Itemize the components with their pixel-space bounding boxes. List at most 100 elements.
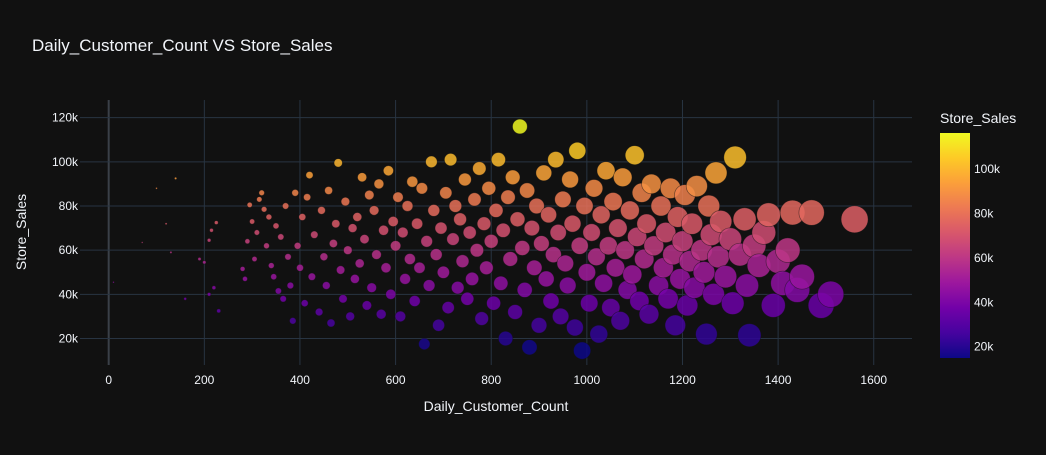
- data-point: [298, 213, 307, 221]
- colorbar-tick-label: 100k: [974, 162, 1001, 176]
- data-point: [526, 259, 543, 276]
- grid: [80, 100, 912, 365]
- data-point: [284, 253, 292, 261]
- data-point: [577, 263, 596, 282]
- data-point: [735, 273, 759, 298]
- data-point: [174, 176, 178, 180]
- data-point: [279, 295, 287, 303]
- data-point: [214, 220, 219, 225]
- data-point: [507, 304, 523, 320]
- data-point: [263, 242, 270, 250]
- data-point: [584, 179, 604, 198]
- data-point: [519, 182, 536, 199]
- data-point: [260, 206, 268, 213]
- colorbar-title: Store_Sales: [940, 110, 1016, 126]
- y-tick-label: 40k: [59, 287, 79, 301]
- data-point: [216, 308, 222, 314]
- data-point: [112, 281, 115, 284]
- data-point: [444, 153, 458, 167]
- data-point: [530, 317, 548, 334]
- data-point: [390, 240, 402, 252]
- y-axis-label: Store_Sales: [13, 194, 29, 270]
- data-point: [490, 152, 506, 168]
- data-point: [610, 311, 630, 331]
- data-point: [713, 265, 738, 289]
- data-point: [357, 172, 368, 183]
- data-point: [375, 308, 387, 320]
- data-point: [840, 205, 869, 234]
- data-point: [394, 310, 407, 323]
- data-point: [328, 239, 338, 248]
- data-point: [472, 161, 487, 176]
- data-point: [359, 234, 370, 245]
- data-point: [636, 213, 657, 234]
- data-point: [331, 219, 341, 229]
- data-point: [681, 212, 703, 235]
- colorbar-tick-label: 40k: [974, 295, 994, 309]
- data-point: [251, 256, 258, 262]
- data-point: [404, 253, 416, 265]
- data-point: [516, 282, 533, 298]
- data-point: [265, 213, 273, 221]
- y-tick-label: 60k: [59, 243, 79, 257]
- data-point: [244, 238, 251, 245]
- data-point: [422, 279, 436, 292]
- data-point: [314, 307, 324, 317]
- data-point: [291, 189, 299, 197]
- data-point: [340, 196, 351, 207]
- data-point: [368, 205, 380, 216]
- data-point: [286, 281, 295, 290]
- data-point: [385, 288, 397, 300]
- data-point: [307, 272, 316, 281]
- data-point: [429, 248, 443, 261]
- data-point: [352, 212, 363, 222]
- data-point: [695, 322, 718, 346]
- data-point: [704, 161, 728, 185]
- data-point: [608, 218, 628, 238]
- data-point: [465, 271, 480, 286]
- colorbar-tick-label: 20k: [974, 340, 994, 354]
- y-tick-label: 20k: [59, 332, 79, 346]
- data-point: [322, 281, 331, 290]
- data-point: [197, 257, 202, 261]
- data-point: [361, 300, 372, 311]
- x-tick-label: 0: [105, 373, 112, 387]
- data-point: [239, 266, 246, 272]
- scatter-chart: Daily_Customer_Count VS Store_Sales 0 200…: [0, 0, 1046, 450]
- data-point: [641, 173, 662, 195]
- data-point: [542, 292, 560, 310]
- data-point: [458, 172, 472, 187]
- data-point: [467, 192, 482, 207]
- data-point: [397, 226, 409, 239]
- x-tick-label: 200: [194, 373, 214, 387]
- data-point: [486, 295, 501, 311]
- data-point: [420, 235, 433, 248]
- data-point: [582, 223, 601, 242]
- data-point: [382, 165, 394, 177]
- data-point: [561, 170, 579, 189]
- data-point: [169, 250, 173, 254]
- data-point: [141, 241, 144, 244]
- data-point: [347, 223, 358, 233]
- data-point: [533, 235, 550, 252]
- data-point: [411, 217, 424, 230]
- data-point: [326, 318, 336, 328]
- data-point: [685, 175, 708, 198]
- data-point: [303, 193, 312, 202]
- data-point: [620, 200, 640, 221]
- data-point: [164, 222, 168, 226]
- data-point: [296, 263, 304, 272]
- data-point: [535, 164, 553, 182]
- data-point: [256, 196, 263, 203]
- data-point: [509, 211, 526, 228]
- data-point: [446, 232, 460, 246]
- data-point: [549, 224, 567, 241]
- data-point: [556, 254, 574, 273]
- x-tick-label: 400: [290, 373, 310, 387]
- data-point: [460, 291, 475, 306]
- x-tick-label: 1400: [765, 373, 792, 387]
- data-point: [155, 187, 158, 190]
- data-point: [366, 282, 377, 293]
- data-point: [453, 212, 467, 227]
- data-point: [436, 265, 450, 279]
